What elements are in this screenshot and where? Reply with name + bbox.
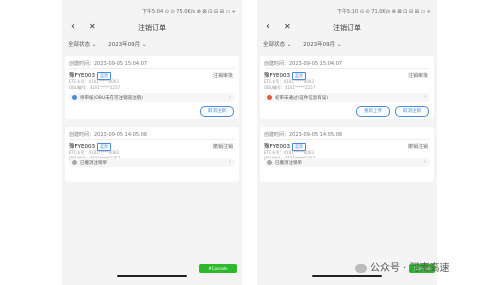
order-card[interactable]: 创建时间：2023-09-05 14:05:08 豫FYE003 蓝黑 撤销注销 … [65,127,239,182]
info-icon [267,160,272,165]
status-filter[interactable]: 全部状态 ⌄ [263,42,291,48]
order-status: 注销审批 [212,73,233,79]
divider [264,68,430,69]
divider [69,68,235,69]
month-filter[interactable]: 2023年09月 ⌄ [303,42,341,48]
nav-bar: ‹ ✕ 注销订单 [62,21,242,35]
info-icon [72,95,77,100]
page-title: 注销订单 [138,24,166,32]
status-bar: 下午5:04 ⊙ ⊙ 75.0K/s ⊗ ⊠ ⊡ ⊟ ⊞ ▭ + [141,9,236,15]
divider [264,139,430,140]
chevron-right-icon: › [229,94,231,100]
reupload-button[interactable]: 重新上传 [356,106,390,117]
month-filter[interactable]: 2023年09月 ⌄ [108,42,146,48]
review-notice[interactable]: 初审未通过(证件信息有误) › [264,93,430,102]
order-card[interactable]: 创建时间：2023-09-05 15:04:07 豫FYE003 蓝黑 注销审批 … [65,56,239,119]
order-status: 注销审批 [407,73,428,79]
filter-bar: 全部状态 ⌄ 2023年09月 ⌄ [263,40,351,48]
filter-bar: 全部状态 ⌄ 2023年09月 ⌄ [68,40,156,48]
divider [69,139,235,140]
order-card[interactable]: 创建时间：2023-09-05 14:05:08 豫FYE003 蓝黑 撤销注销 … [260,127,434,182]
cancel-deregistration-button[interactable]: 取消注销 [200,106,234,117]
console-button[interactable]: #Console [199,264,237,273]
cancel-deregistration-button[interactable]: 取消注销 [395,106,429,117]
chevron-right-icon: › [229,159,231,165]
status-bar: 下午5:10 ⊙ ⊙ 71.0K/s ⊗ ⊠ ⊡ ⊟ ⊞ ▭ + [336,9,431,15]
review-notice[interactable]: 已撤消注销单 › [69,158,235,167]
chevron-right-icon: › [424,94,426,100]
review-notice[interactable]: 已撤消注销单 › [264,158,430,167]
created-time: 创建时间：2023-09-05 14:05:08 [69,132,148,138]
warning-icon [267,95,272,100]
nav-bar: ‹ ✕ 注销订单 [257,21,437,35]
created-time: 创建时间：2023-09-05 15:04:07 [264,61,343,67]
order-status: 撤销注销 [212,144,233,150]
review-notice[interactable]: 待审核(OBU未在可注销道注销) › [69,93,235,102]
home-indicator [312,275,382,277]
created-time: 创建时间：2023-09-05 14:05:08 [264,132,343,138]
created-time: 创建时间：2023-09-05 15:04:07 [69,61,148,67]
home-indicator [117,275,187,277]
chevron-right-icon: › [424,159,426,165]
phone-screen-left: 下午5:04 ⊙ ⊙ 75.0K/s ⊗ ⊠ ⊡ ⊟ ⊞ ▭ + ‹ ✕ 注销订… [62,0,242,285]
status-filter[interactable]: 全部状态 ⌄ [68,42,96,48]
watermark: 公众号 · 河南高速 [355,259,450,274]
page-title: 注销订单 [333,24,361,32]
wechat-icon [355,263,367,273]
phone-screen-right: 下午5:10 ⊙ ⊙ 71.0K/s ⊗ ⊠ ⊡ ⊟ ⊞ ▭ + ‹ ✕ 注销订… [257,0,437,285]
obu-number: OBU编号：4101*****2257 [264,85,316,90]
info-icon [72,160,77,165]
obu-number: OBU编号：4101*****2257 [69,85,121,90]
order-card[interactable]: 创建时间：2023-09-05 15:04:07 豫FYE003 蓝黑 注销审批 … [260,56,434,119]
order-status: 撤销注销 [407,144,428,150]
